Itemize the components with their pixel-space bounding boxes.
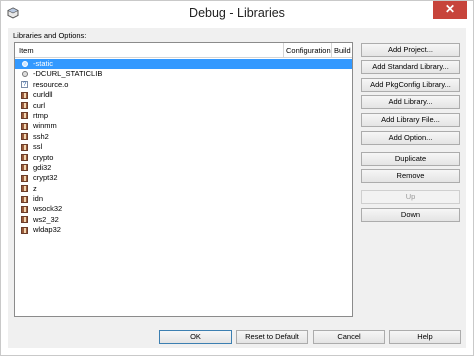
add-library-button[interactable]: Add Library... bbox=[361, 95, 460, 109]
table-row[interactable]: winmm bbox=[15, 121, 352, 131]
column-header-item[interactable]: Item bbox=[19, 46, 34, 55]
library-icon bbox=[21, 205, 28, 213]
library-icon bbox=[21, 102, 28, 110]
table-row[interactable]: rtmp bbox=[15, 111, 352, 121]
add-library-file-button[interactable]: Add Library File... bbox=[361, 113, 460, 127]
move-up-button[interactable]: Up bbox=[361, 190, 460, 204]
table-row[interactable]: z bbox=[15, 184, 352, 194]
row-label: crypto bbox=[33, 152, 54, 162]
library-icon bbox=[21, 112, 28, 120]
title-bar[interactable]: Debug - Libraries ✕ bbox=[1, 1, 473, 27]
duplicate-button[interactable]: Duplicate bbox=[361, 152, 460, 166]
row-label: crypt32 bbox=[33, 173, 58, 183]
library-icon bbox=[21, 226, 28, 234]
libraries-dialog: Debug - Libraries ✕ Libraries and Option… bbox=[0, 0, 474, 356]
row-label: ssl bbox=[33, 142, 43, 152]
table-row[interactable]: -static bbox=[15, 59, 352, 70]
libraries-table[interactable]: Item Configuration Build -static -DCURL_S… bbox=[14, 42, 353, 317]
row-label: idn bbox=[33, 194, 44, 204]
option-icon bbox=[22, 61, 28, 67]
option-icon bbox=[22, 71, 28, 78]
add-option-button[interactable]: Add Option... bbox=[361, 131, 460, 145]
table-row[interactable]: crypto bbox=[15, 153, 352, 163]
row-label: ws2_32 bbox=[33, 214, 59, 224]
row-label: resource.o bbox=[33, 79, 69, 89]
ok-button[interactable]: OK bbox=[159, 330, 232, 344]
remove-button[interactable]: Remove bbox=[361, 169, 460, 183]
table-row[interactable]: -DCURL_STATICLIB bbox=[15, 69, 352, 79]
table-row[interactable]: ssl bbox=[15, 142, 352, 152]
row-label: wsock32 bbox=[33, 204, 63, 214]
add-standard-library-button[interactable]: Add Standard Library... bbox=[361, 60, 460, 74]
column-divider[interactable] bbox=[331, 43, 332, 57]
reset-to-default-button[interactable]: Reset to Default bbox=[236, 330, 308, 344]
library-icon bbox=[21, 154, 28, 162]
library-icon bbox=[21, 195, 28, 203]
add-project-button[interactable]: Add Project... bbox=[361, 43, 460, 57]
column-divider[interactable] bbox=[283, 43, 284, 57]
table-row[interactable]: ws2_32 bbox=[15, 215, 352, 225]
library-icon bbox=[21, 122, 28, 130]
file-icon bbox=[21, 80, 28, 91]
column-header-configuration[interactable]: Configuration bbox=[286, 46, 331, 55]
table-rows: -static-DCURL_STATICLIBresource.ocurldll… bbox=[15, 59, 352, 236]
table-row[interactable]: curldll bbox=[15, 90, 352, 100]
library-icon bbox=[21, 185, 28, 193]
row-label: -static bbox=[33, 59, 54, 68]
table-row[interactable]: idn bbox=[15, 194, 352, 204]
move-down-button[interactable]: Down bbox=[361, 208, 460, 222]
table-row[interactable]: ssh2 bbox=[15, 132, 352, 142]
close-icon: ✕ bbox=[444, 2, 456, 16]
table-row[interactable]: wsock32 bbox=[15, 204, 352, 214]
row-label: z bbox=[33, 183, 37, 193]
row-label: winmm bbox=[33, 121, 57, 131]
help-button[interactable]: Help bbox=[389, 330, 461, 344]
table-row[interactable]: gdi32 bbox=[15, 163, 352, 173]
library-icon bbox=[21, 216, 28, 224]
table-row[interactable]: crypt32 bbox=[15, 173, 352, 183]
window-title: Debug - Libraries bbox=[189, 6, 285, 20]
section-label: Libraries and Options: bbox=[13, 31, 87, 40]
library-icon bbox=[21, 133, 28, 141]
row-label: gdi32 bbox=[33, 162, 52, 172]
row-label: rtmp bbox=[33, 110, 48, 120]
add-pkgconfig-library-button[interactable]: Add PkgConfig Library... bbox=[361, 78, 460, 92]
row-label: ssh2 bbox=[33, 131, 49, 141]
close-button[interactable]: ✕ bbox=[433, 1, 467, 19]
dialog-body: Libraries and Options: Item Configuratio… bbox=[8, 28, 466, 348]
table-row[interactable]: wldap32 bbox=[15, 225, 352, 235]
table-header: Item Configuration Build bbox=[15, 43, 352, 58]
library-icon bbox=[21, 164, 28, 172]
table-row[interactable]: curl bbox=[15, 101, 352, 111]
column-header-build[interactable]: Build bbox=[334, 46, 351, 55]
library-icon bbox=[21, 174, 28, 182]
cancel-button[interactable]: Cancel bbox=[313, 330, 385, 344]
table-row[interactable]: resource.o bbox=[15, 79, 352, 91]
row-label: curldll bbox=[33, 90, 53, 100]
row-label: wldap32 bbox=[33, 225, 61, 235]
library-icon bbox=[21, 91, 28, 99]
library-icon bbox=[21, 143, 28, 151]
row-label: -DCURL_STATICLIB bbox=[33, 69, 103, 79]
row-label: curl bbox=[33, 100, 46, 110]
